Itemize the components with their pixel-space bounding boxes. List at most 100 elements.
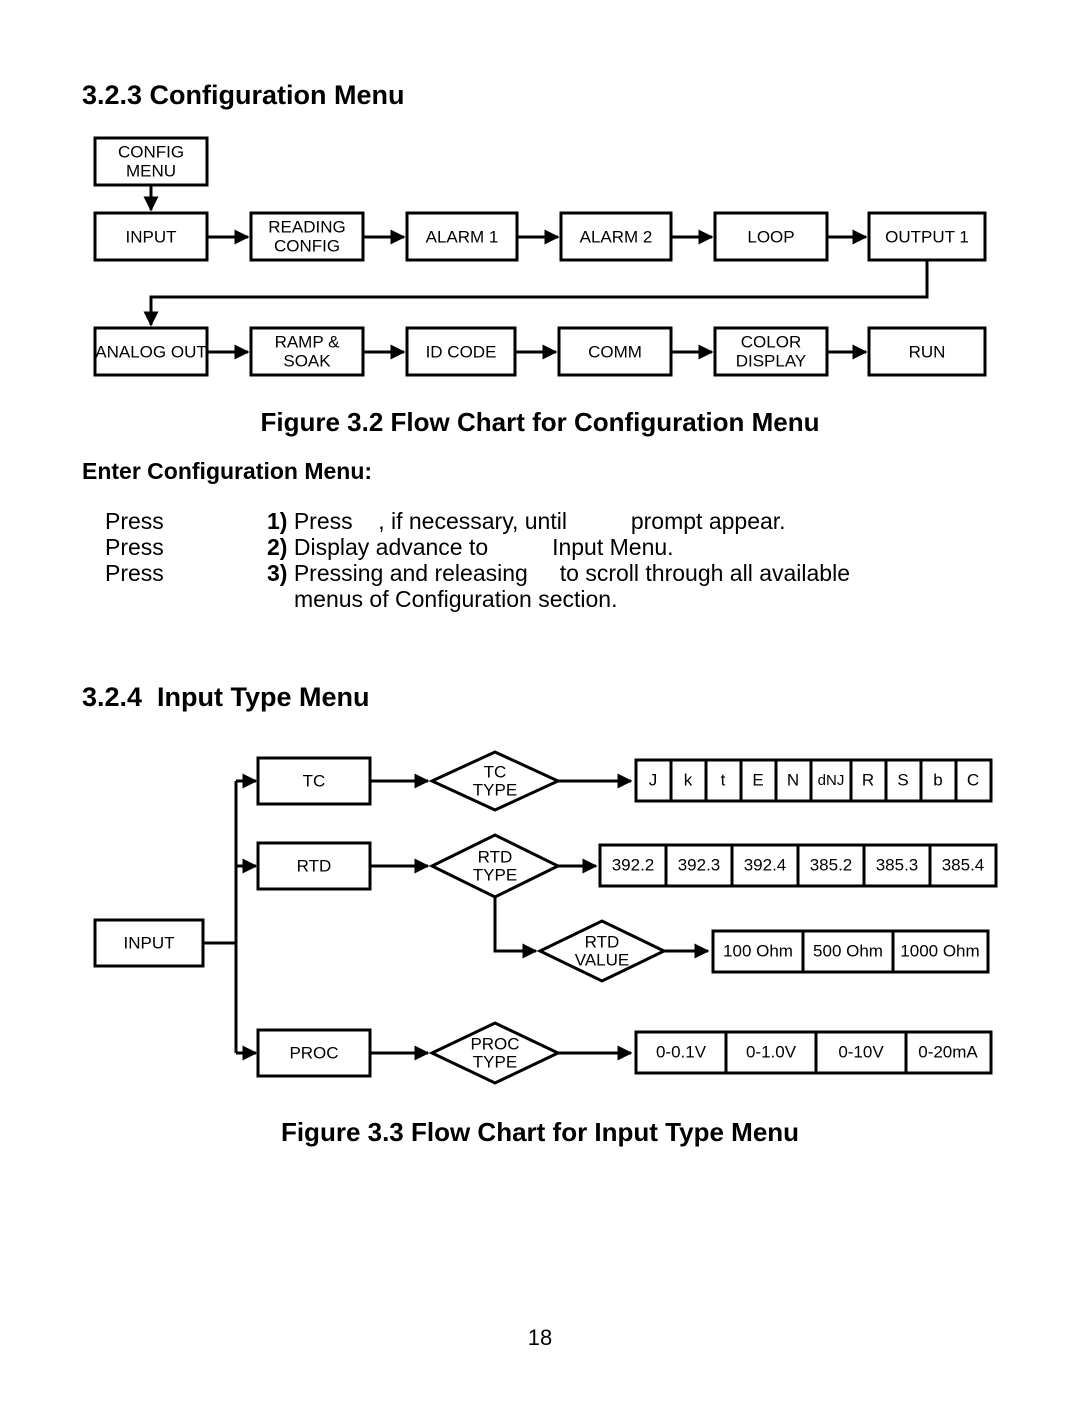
flow-node-input-label: INPUT: [126, 227, 177, 246]
flow-node-ramp-soak: RAMP & SOAK: [249, 326, 365, 377]
flow-decision-proc-type: PROC TYPE: [428, 1021, 562, 1085]
tc-option-e: E: [752, 770, 763, 789]
flow-decision-tc-type: TC TYPE: [428, 750, 562, 812]
configuration-menu-flow-chart: CONFIG MENU INPUT READING CONFIG ALARM 1…: [93, 136, 987, 377]
instruction-step-3-text: Pressing and releasing to scroll through…: [287, 560, 850, 586]
flow-decision-tc-type-line2: TYPE: [473, 780, 517, 799]
rtd-type-option-392-4: 392.4: [744, 855, 787, 874]
flow-decision-rtd-value-line2: VALUE: [575, 950, 630, 969]
tc-type-option-list: J k t E N dNJ R S b C: [634, 758, 993, 803]
tc-option-k: k: [684, 770, 693, 789]
rtd-type-option-385-2: 385.2: [810, 855, 853, 874]
flow-node-loop-label: LOOP: [747, 227, 794, 246]
flow-node-analog-out: ANALOG OUT: [93, 326, 209, 377]
proc-option-0-0-1v: 0-0.1V: [656, 1042, 707, 1061]
flow-node-comm: COMM: [557, 326, 673, 377]
instruction-step-1-number: 1): [267, 508, 288, 534]
rtd-value-option-100-ohm: 100 Ohm: [723, 941, 793, 960]
proc-option-0-1-0v: 0-1.0V: [746, 1042, 797, 1061]
tc-option-r: R: [862, 770, 874, 789]
instruction-step-3: 3) Pressing and releasing to scroll thro…: [267, 560, 967, 586]
instruction-step-2-number: 2): [267, 534, 288, 560]
instruction-step-1: 1) Press , if necessary, until prompt ap…: [267, 508, 967, 534]
flow-node-reading-config: READING CONFIG: [249, 211, 365, 262]
tc-option-c: C: [967, 770, 979, 789]
flow-node-config-menu-line1: CONFIG: [118, 142, 184, 161]
enter-configuration-menu-label: Enter Configuration Menu:: [82, 458, 373, 484]
proc-type-option-list: 0-0.1V 0-1.0V 0-10V 0-20mA: [634, 1030, 993, 1075]
instruction-step-2-text: Display advance to Input Menu.: [287, 534, 674, 560]
rtd-type-option-392-2: 392.2: [612, 855, 655, 874]
rtd-type-option-392-3: 392.3: [678, 855, 721, 874]
tc-option-n: N: [787, 770, 799, 789]
flow-node-ramp-soak-line1: RAMP &: [275, 332, 341, 351]
flow-decision-rtd-type: RTD TYPE: [428, 833, 562, 899]
flow-node-run: RUN: [867, 326, 987, 377]
flow-node-run-label: RUN: [909, 342, 946, 361]
flow-node-tc-label: TC: [303, 771, 326, 790]
flow-node-rtd: RTD: [256, 841, 372, 891]
flow-node-proc: PROC: [256, 1028, 372, 1078]
flow-node-output-1: OUTPUT 1: [867, 211, 987, 262]
instruction-step-3-continuation: menus of Configuration section.: [294, 586, 618, 612]
press-label-3: Press: [105, 560, 164, 586]
flow-node-config-menu-line2: MENU: [126, 161, 176, 180]
connector-output-1-to-analog-out: [143, 260, 929, 327]
flow-node-output-1-label: OUTPUT 1: [885, 227, 969, 246]
tc-option-dnj: dNJ: [818, 772, 845, 789]
instruction-steps-list: 1) Press , if necessary, until prompt ap…: [267, 508, 967, 612]
flow-decision-rtd-value-line1: RTD: [585, 932, 620, 951]
flow-node-analog-out-label: ANALOG OUT: [95, 342, 206, 361]
figure-caption-3-3: Figure 3.3 Flow Chart for Input Type Men…: [280, 1117, 800, 1147]
flow-node-color-display-line2: DISPLAY: [736, 351, 807, 370]
flow-decision-rtd-type-line1: RTD: [478, 847, 513, 866]
instruction-step-2: 2) Display advance to Input Menu.: [267, 534, 967, 560]
flow-decision-proc-type-line2: TYPE: [473, 1052, 517, 1071]
tc-option-b: b: [933, 770, 942, 789]
flow-node-comm-label: COMM: [588, 342, 642, 361]
rtd-value-option-1000-ohm: 1000 Ohm: [900, 941, 979, 960]
connector-rtd-type-to-rtd-value: [493, 897, 538, 959]
tc-option-j: J: [649, 770, 658, 789]
figure-caption-3-2: Figure 3.2 Flow Chart for Configuration …: [260, 407, 820, 437]
flow-node-loop: LOOP: [713, 211, 829, 262]
rtd-value-option-list: 100 Ohm 500 Ohm 1000 Ohm: [711, 929, 990, 974]
flow-decision-rtd-value: RTD VALUE: [536, 919, 668, 983]
proc-option-0-20ma: 0-20mA: [918, 1042, 978, 1061]
press-label-column: Press Press Press: [105, 508, 164, 586]
flow-node-alarm-1: ALARM 1: [405, 211, 519, 262]
rtd-type-option-385-3: 385.3: [876, 855, 919, 874]
flow-node-reading-config-line2: CONFIG: [274, 236, 340, 255]
flow-node-ramp-soak-line2: SOAK: [283, 351, 331, 370]
rtd-type-option-385-4: 385.4: [942, 855, 985, 874]
flow-node-id-code-label: ID CODE: [426, 342, 497, 361]
press-label-1: Press: [105, 508, 164, 534]
input-type-menu-flow-chart: INPUT TC TC TYPE J k t E N dNJ R S b C R…: [93, 750, 998, 1085]
rtd-type-option-list: 392.2 392.3 392.4 385.2 385.3 385.4: [598, 843, 998, 888]
proc-option-0-10v: 0-10V: [838, 1042, 884, 1061]
flow-node-alarm-2-label: ALARM 2: [580, 227, 653, 246]
instruction-step-3-number: 3): [267, 560, 288, 586]
flow-node-rtd-label: RTD: [297, 856, 332, 875]
flow-decision-tc-type-line1: TC: [484, 762, 507, 781]
flow-node-reading-config-line1: READING: [268, 217, 345, 236]
rtd-value-option-500-ohm: 500 Ohm: [813, 941, 883, 960]
press-label-2: Press: [105, 534, 164, 560]
flow-node-input-root-label: INPUT: [124, 933, 175, 952]
page-number: 18: [527, 1325, 553, 1350]
flow-node-color-display: COLOR DISPLAY: [713, 326, 829, 377]
section-heading-input-type-menu: 3.2.4 Input Type Menu: [82, 682, 370, 712]
flow-node-tc: TC: [256, 756, 372, 806]
flow-node-color-display-line1: COLOR: [741, 332, 801, 351]
tc-option-s: S: [897, 770, 908, 789]
flow-node-alarm-2: ALARM 2: [559, 211, 673, 262]
flow-node-config-menu: CONFIG MENU: [93, 136, 209, 187]
tc-option-t: t: [721, 770, 726, 789]
flow-node-input: INPUT: [93, 211, 209, 262]
flow-decision-rtd-type-line2: TYPE: [473, 865, 517, 884]
section-heading-configuration-menu: 3.2.3 Configuration Menu: [82, 80, 405, 110]
flow-decision-proc-type-line1: PROC: [470, 1034, 519, 1053]
instruction-step-1-text: Press , if necessary, until prompt appea…: [287, 508, 786, 534]
flow-node-proc-label: PROC: [289, 1043, 338, 1062]
flow-node-input-root: INPUT: [93, 918, 205, 968]
